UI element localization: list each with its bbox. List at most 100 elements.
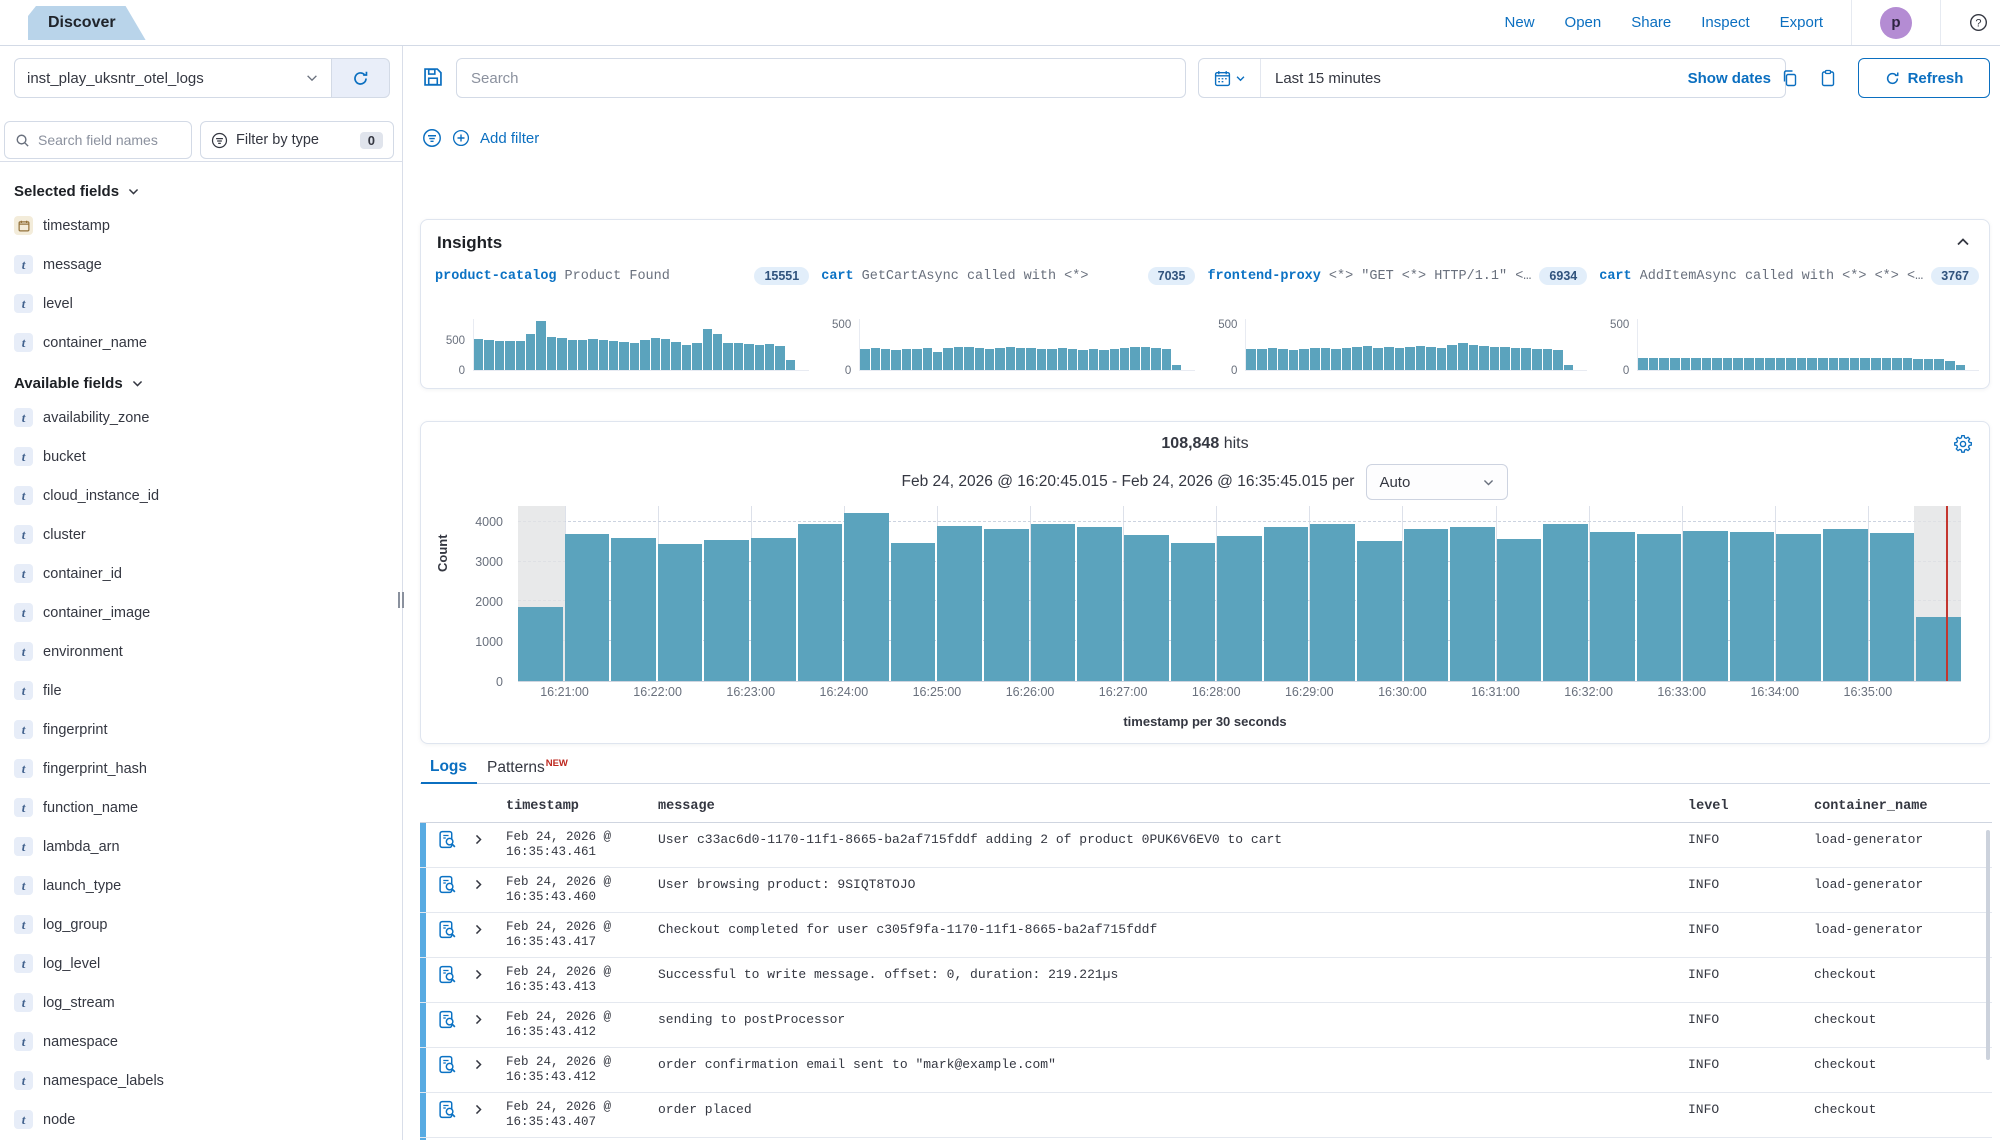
header-link-open[interactable]: Open xyxy=(1565,14,1602,31)
field-item-namespace_labels[interactable]: tnamespace_labels xyxy=(14,1061,386,1100)
pattern-line[interactable]: cartGetCartAsync called with <*>7035 xyxy=(821,265,1195,287)
col-message[interactable]: message xyxy=(654,799,1688,814)
tab-patterns[interactable]: PatternsNEW xyxy=(487,758,568,777)
field-search[interactable] xyxy=(4,121,192,159)
pattern-line[interactable]: product-catalogProduct Found15551 xyxy=(435,265,809,287)
histogram-bar[interactable] xyxy=(1264,527,1309,681)
help-icon[interactable]: ? xyxy=(1969,13,1988,32)
histogram-bar[interactable] xyxy=(1404,529,1449,681)
expand-document-icon[interactable] xyxy=(426,958,466,1002)
histogram-bar[interactable] xyxy=(1683,531,1728,681)
clipboard-icon[interactable] xyxy=(1812,62,1844,94)
field-item-bucket[interactable]: tbucket xyxy=(14,437,386,476)
plus-circle-icon[interactable] xyxy=(452,129,470,147)
header-link-share[interactable]: Share xyxy=(1631,14,1671,31)
field-item-cloud_instance_id[interactable]: tcloud_instance_id xyxy=(14,476,386,515)
field-item-namespace[interactable]: tnamespace xyxy=(14,1022,386,1061)
field-item-environment[interactable]: tenvironment xyxy=(14,632,386,671)
time-range-value[interactable]: Last 15 minutes xyxy=(1261,70,1381,87)
histogram-bar[interactable] xyxy=(1590,532,1635,681)
table-row[interactable]: Feb 24, 2026 @16:35:43.417Checkout compl… xyxy=(420,913,1992,958)
histogram-bar[interactable] xyxy=(984,529,1029,681)
field-item-message[interactable]: tmessage xyxy=(14,245,386,284)
histogram-bar[interactable] xyxy=(611,538,656,681)
field-item-container_id[interactable]: tcontainer_id xyxy=(14,554,386,593)
col-timestamp[interactable]: timestamp xyxy=(496,799,654,814)
histogram-bar[interactable] xyxy=(1077,527,1122,681)
gear-icon[interactable] xyxy=(1953,434,1973,454)
field-item-container_image[interactable]: tcontainer_image xyxy=(14,593,386,632)
histogram-bar[interactable] xyxy=(518,607,563,681)
table-row[interactable]: Feb 24, 2026 @16:35:43.412order confirma… xyxy=(420,1048,1992,1093)
histogram-bar[interactable] xyxy=(1310,524,1355,681)
table-row[interactable]: Feb 24, 2026 @16:35:43.461User c33ac6d0-… xyxy=(420,823,1992,868)
chevron-right-icon[interactable] xyxy=(466,868,496,912)
chevron-right-icon[interactable] xyxy=(466,1093,496,1137)
expand-document-icon[interactable] xyxy=(426,913,466,957)
field-item-function_name[interactable]: tfunction_name xyxy=(14,788,386,827)
chevron-right-icon[interactable] xyxy=(466,913,496,957)
histogram-bar[interactable] xyxy=(1124,535,1169,681)
field-item-lambda_arn[interactable]: tlambda_arn xyxy=(14,827,386,866)
collapse-chevron-icon[interactable] xyxy=(1955,234,1971,250)
table-row[interactable]: Feb 24, 2026 @16:35:43.413Successful to … xyxy=(420,958,1992,1003)
expand-document-icon[interactable] xyxy=(426,868,466,912)
save-query-icon[interactable] xyxy=(422,66,444,88)
refresh-button[interactable]: Refresh xyxy=(1858,58,1990,98)
avatar[interactable]: p xyxy=(1880,7,1912,39)
filter-list-icon[interactable] xyxy=(422,128,442,148)
time-range-picker[interactable]: Last 15 minutes Show dates xyxy=(1198,58,1786,98)
pattern-line[interactable]: cartAddItemAsync called with <*> <*> <…3… xyxy=(1599,265,1979,287)
available-fields-heading[interactable]: Available fields xyxy=(14,368,386,398)
histogram-bar[interactable] xyxy=(1776,534,1821,681)
field-item-node[interactable]: tnode xyxy=(14,1100,386,1139)
histogram-bar[interactable] xyxy=(1870,533,1915,681)
header-link-export[interactable]: Export xyxy=(1780,14,1823,31)
calendar-icon[interactable] xyxy=(1199,59,1261,97)
pattern-line[interactable]: frontend-proxy<*> "GET <*> HTTP/1.1" <…6… xyxy=(1207,265,1587,287)
chevron-right-icon[interactable] xyxy=(466,1003,496,1047)
header-link-inspect[interactable]: Inspect xyxy=(1701,14,1749,31)
field-item-timestamp[interactable]: timestamp xyxy=(14,206,386,245)
field-item-log_group[interactable]: tlog_group xyxy=(14,905,386,944)
copy-icon[interactable] xyxy=(1774,62,1806,94)
field-item-file[interactable]: tfile xyxy=(14,671,386,710)
app-tab-discover[interactable]: Discover xyxy=(28,6,146,40)
histogram-bar[interactable] xyxy=(751,538,796,681)
expand-document-icon[interactable] xyxy=(426,823,466,867)
table-row[interactable]: Feb 24, 2026 @16:35:43.460User browsing … xyxy=(420,868,1992,913)
col-container-name[interactable]: container_name xyxy=(1814,799,1992,814)
sidebar-resize-handle[interactable] xyxy=(395,590,407,610)
field-item-log_stream[interactable]: tlog_stream xyxy=(14,983,386,1022)
histogram-bar[interactable] xyxy=(1171,543,1216,681)
histogram-bar[interactable] xyxy=(891,543,936,681)
histogram-bar[interactable] xyxy=(658,544,703,681)
histogram-bar[interactable] xyxy=(1543,524,1588,681)
histogram-bar[interactable] xyxy=(798,524,843,681)
table-row[interactable]: Feb 24, 2026 @16:35:43.407order placedIN… xyxy=(420,1093,1992,1138)
table-row[interactable]: Feb 24, 2026 @16:35:43.412sending to pos… xyxy=(420,1003,1992,1048)
chevron-right-icon[interactable] xyxy=(466,958,496,1002)
index-pattern-refresh-button[interactable] xyxy=(332,58,390,98)
histogram-bar[interactable] xyxy=(1217,536,1262,681)
interval-select[interactable]: Auto xyxy=(1366,464,1508,500)
field-item-log_level[interactable]: tlog_level xyxy=(14,944,386,983)
expand-document-icon[interactable] xyxy=(426,1093,466,1137)
histogram-bar[interactable] xyxy=(1450,527,1495,681)
expand-document-icon[interactable] xyxy=(426,1048,466,1092)
histogram-bar[interactable] xyxy=(844,513,889,681)
histogram-bar[interactable] xyxy=(1730,532,1775,681)
header-link-new[interactable]: New xyxy=(1505,14,1535,31)
field-item-availability_zone[interactable]: tavailability_zone xyxy=(14,398,386,437)
index-pattern-select[interactable]: inst_play_uksntr_otel_logs xyxy=(14,58,332,98)
field-item-fingerprint_hash[interactable]: tfingerprint_hash xyxy=(14,749,386,788)
field-item-container_name[interactable]: tcontainer_name xyxy=(14,323,386,362)
field-item-fingerprint[interactable]: tfingerprint xyxy=(14,710,386,749)
add-filter-link[interactable]: Add filter xyxy=(480,130,539,147)
histogram-bar[interactable] xyxy=(1497,539,1542,681)
chevron-right-icon[interactable] xyxy=(466,1048,496,1092)
field-item-launch_type[interactable]: tlaunch_type xyxy=(14,866,386,905)
histogram-bar[interactable] xyxy=(704,540,749,681)
tab-logs[interactable]: Logs xyxy=(430,758,467,776)
field-item-cluster[interactable]: tcluster xyxy=(14,515,386,554)
